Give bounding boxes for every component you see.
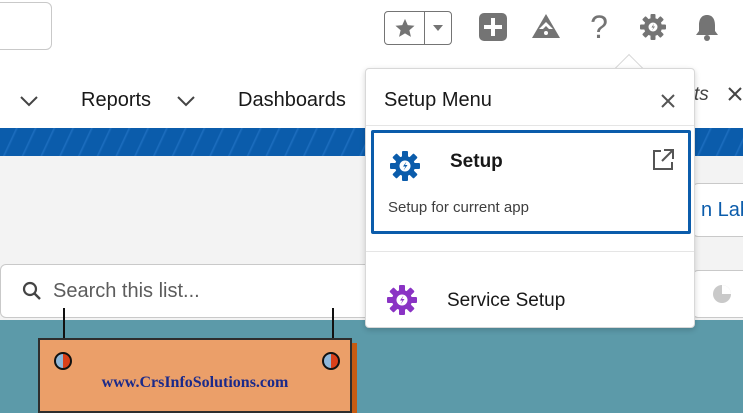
setup-gear-icon[interactable] xyxy=(636,10,670,44)
chevron-down-icon[interactable] xyxy=(173,88,199,114)
external-link-icon[interactable] xyxy=(650,147,676,173)
add-icon[interactable] xyxy=(476,10,510,44)
star-icon[interactable] xyxy=(385,12,425,44)
menu-item-setup[interactable]: Setup Setup for current app xyxy=(371,130,691,234)
search-icon xyxy=(21,280,43,302)
favorites-button-group[interactable] xyxy=(384,11,452,45)
menu-divider xyxy=(366,251,694,252)
menu-item-setup-description: Setup for current app xyxy=(388,199,529,216)
caret-down-icon[interactable] xyxy=(425,12,451,44)
chevron-down-icon[interactable] xyxy=(16,88,42,114)
setup-gear-icon xyxy=(390,151,420,181)
list-search-box[interactable] xyxy=(0,264,380,318)
overflow-tab-label[interactable]: ts xyxy=(694,84,709,106)
service-setup-gear-icon xyxy=(387,285,417,315)
chart-icon[interactable] xyxy=(692,270,743,318)
close-tab-icon[interactable] xyxy=(727,86,743,106)
notifications-bell-icon[interactable] xyxy=(690,10,724,44)
watermark-pin-right xyxy=(322,352,340,370)
search-this-list-input[interactable] xyxy=(53,279,353,303)
setup-menu-title: Setup Menu xyxy=(384,89,492,111)
watermark-sign: www.CrsInfoSolutions.com xyxy=(38,338,358,413)
menu-item-setup-label: Setup xyxy=(450,151,503,172)
watermark-text: www.CrsInfoSolutions.com xyxy=(101,374,289,391)
right-action-button[interactable]: n Lab xyxy=(692,183,743,237)
menu-item-service-setup-label: Service Setup xyxy=(447,290,566,311)
close-icon[interactable] xyxy=(656,89,680,113)
nav-item-reports[interactable]: Reports xyxy=(81,70,151,130)
setup-menu-dropdown: Setup Menu Setup Setup for current app S… xyxy=(365,68,695,328)
trailhead-icon[interactable] xyxy=(529,10,563,44)
menu-item-service-setup[interactable]: Service Setup xyxy=(366,271,694,327)
help-icon[interactable]: ? xyxy=(582,9,616,45)
menu-divider xyxy=(366,125,694,126)
global-search-box[interactable] xyxy=(0,2,52,50)
right-action-button-label: n Lab xyxy=(701,198,743,221)
watermark-pin-left xyxy=(54,352,72,370)
nav-item-dashboards[interactable]: Dashboards xyxy=(238,70,346,130)
